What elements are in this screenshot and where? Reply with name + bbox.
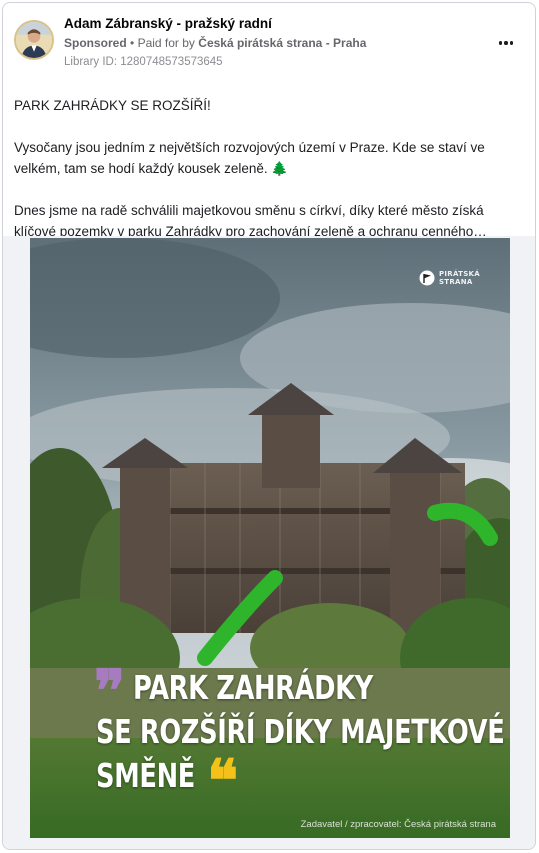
- brand-line-2: STRANA: [438, 278, 473, 286]
- image-credit: Zadavatel / zpracovatel: Česká pirátská …: [300, 819, 496, 830]
- overlay-headline-line-1: PARK ZAHRÁDKY: [94, 668, 373, 707]
- post-header: Adam Zábranský - pražský radní Sponsored…: [3, 3, 535, 79]
- pirate-party-logo: PIRÁTSKÁ STRANA: [419, 270, 480, 286]
- ad-image[interactable]: PIRÁTSKÁ STRANA ❞ PARK ZAHRÁDKY SE ROZŠÍ…: [30, 238, 510, 838]
- ad-card: Adam Zábranský - pražský radní Sponsored…: [2, 2, 536, 850]
- overlay-text-1: PARK ZAHRÁDKY: [133, 668, 373, 707]
- dot-separator: •: [130, 36, 138, 50]
- avatar-image: [16, 22, 52, 58]
- more-dot-icon: [498, 41, 503, 45]
- sponsored-label[interactable]: Sponsored: [64, 36, 127, 50]
- tree-emoji-icon: 🌲: [271, 161, 289, 176]
- page-name-link[interactable]: Adam Zábranský - pražský radní: [64, 16, 272, 31]
- pirate-flag-icon: [419, 270, 435, 286]
- brand-name: PIRÁTSKÁ STRANA: [439, 270, 480, 286]
- overlay-headline-line-2: SE ROZŠÍŘÍ DÍKY MAJETKOVÉ: [96, 712, 505, 751]
- more-dot-icon: [504, 41, 508, 45]
- media-container: PIRÁTSKÁ STRANA ❞ PARK ZAHRÁDKY SE ROZŠÍ…: [3, 236, 535, 849]
- more-options-button[interactable]: [493, 33, 519, 53]
- more-dot-icon: [509, 41, 514, 45]
- post-body: PARK ZAHRÁDKY SE ROZŠÍŘÍ! Vysočany jsou …: [14, 95, 524, 242]
- post-headline: PARK ZAHRÁDKY SE ROZŠÍŘÍ!: [14, 98, 211, 113]
- brand-line-1: PIRÁTSKÁ: [438, 270, 480, 278]
- advertiser-name[interactable]: Česká pirátská strana - Praha: [198, 36, 366, 50]
- overlay-headline-line-3: SMĚNĚ: [96, 756, 195, 795]
- paid-for-prefix: Paid for by: [137, 36, 195, 50]
- close-quote-mark: ❝: [207, 747, 239, 815]
- post-paragraph: Vysočany jsou jedním z největších rozvoj…: [14, 137, 524, 179]
- sponsored-line: Sponsored • Paid for by Česká pirátská s…: [64, 36, 366, 50]
- post-paragraph-text: Vysočany jsou jedním z největších rozvoj…: [14, 140, 485, 176]
- avatar[interactable]: [14, 20, 54, 60]
- library-id: Library ID: 1280748573573645: [64, 56, 223, 68]
